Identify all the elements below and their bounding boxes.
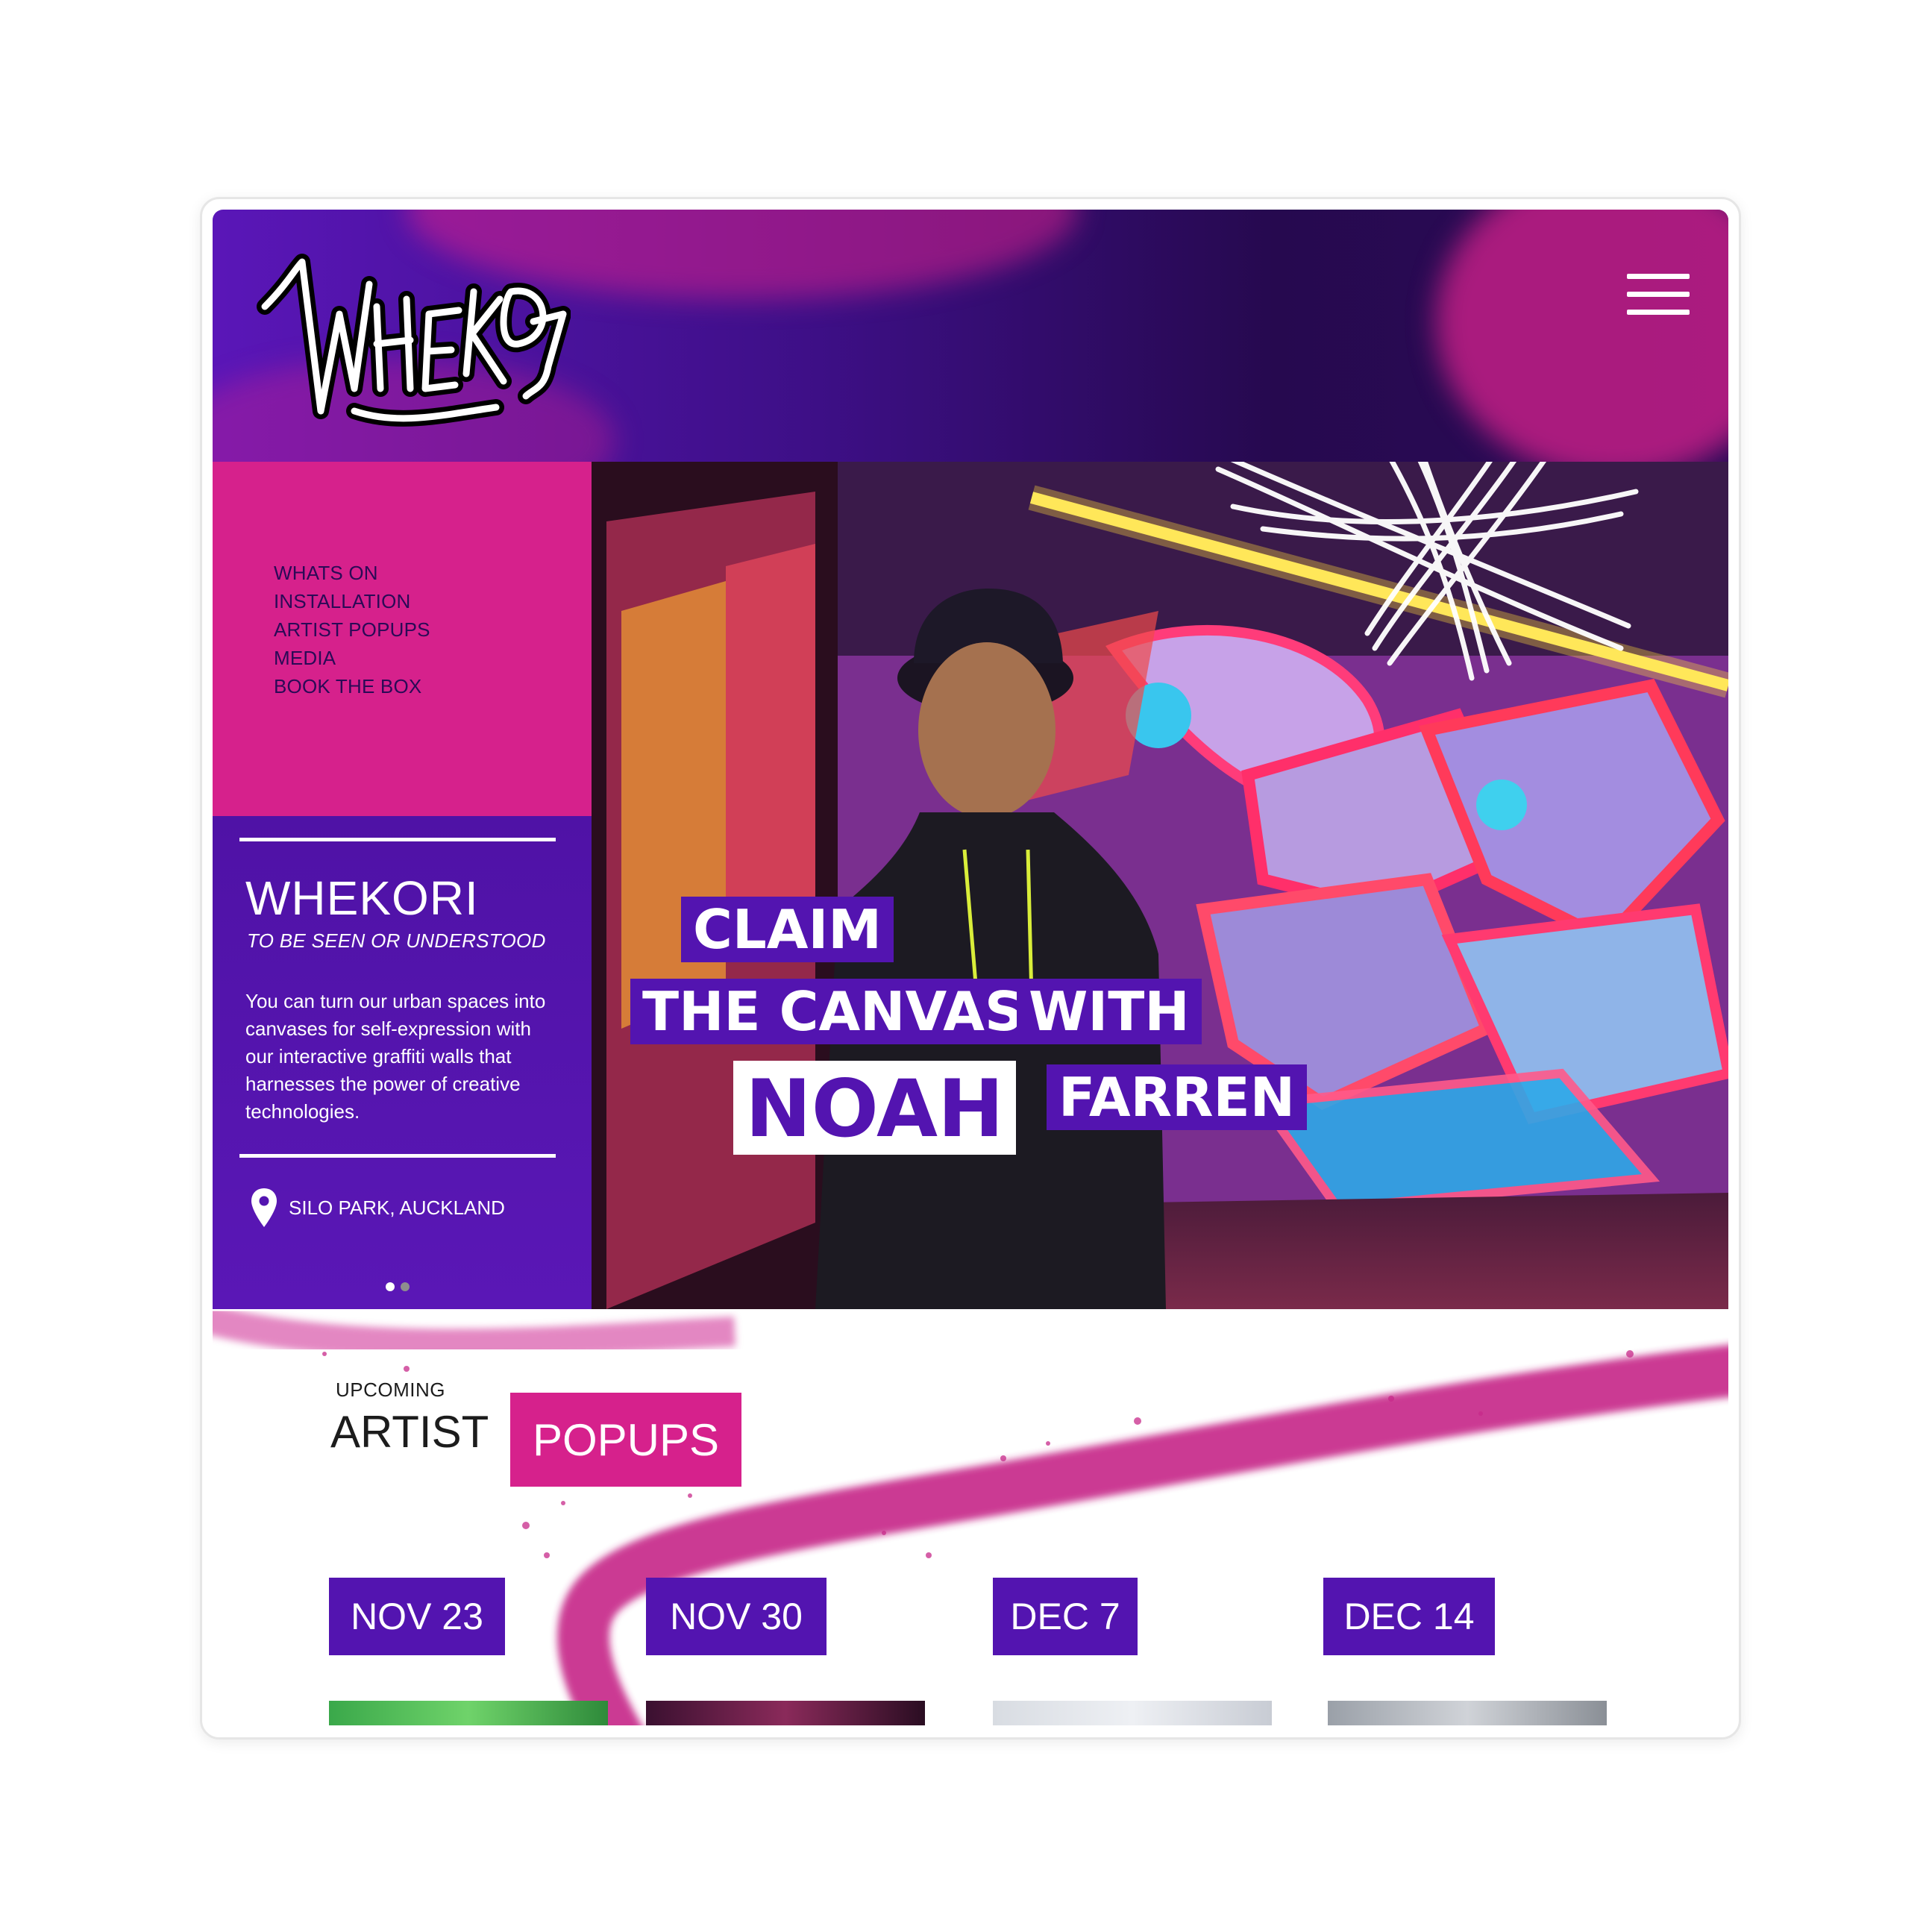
hero-headline-line2a: THE CANVAS bbox=[630, 979, 1035, 1044]
nav-panel: WHATS ON INSTALLATION ARTIST POPUPS MEDI… bbox=[213, 462, 592, 816]
menu-line bbox=[1627, 292, 1690, 297]
nav-item-artist-popups[interactable]: ARTIST POPUPS bbox=[274, 615, 430, 644]
popup-thumbnail[interactable] bbox=[993, 1701, 1272, 1725]
date-badge-dec-14[interactable]: DEC 14 bbox=[1323, 1578, 1495, 1655]
brand-title: WHEKORI bbox=[245, 871, 479, 925]
site-header bbox=[213, 210, 1728, 462]
map-pin-icon bbox=[251, 1188, 277, 1227]
artist-popups-section: UPCOMING ARTIST POPUPS NOV 23 NOV 30 DEC… bbox=[213, 1309, 1728, 1725]
divider bbox=[239, 838, 556, 841]
hero-headline-line2b: WITH bbox=[1017, 979, 1202, 1044]
date-badge-dec-7[interactable]: DEC 7 bbox=[993, 1578, 1138, 1655]
whekori-logo[interactable] bbox=[250, 239, 571, 441]
nav-item-installation[interactable]: INSTALLATION bbox=[274, 587, 430, 615]
location-link[interactable]: SILO PARK, AUCKLAND bbox=[250, 1187, 505, 1229]
hamburger-menu-icon[interactable] bbox=[1627, 274, 1690, 316]
menu-line bbox=[1627, 274, 1690, 279]
date-badge-nov-30[interactable]: NOV 30 bbox=[646, 1578, 827, 1655]
nav-item-book-the-box[interactable]: BOOK THE BOX bbox=[274, 672, 430, 700]
location-label: SILO PARK, AUCKLAND bbox=[289, 1196, 505, 1219]
section-title-artist: ARTIST bbox=[330, 1407, 489, 1457]
spray-paint-stroke bbox=[213, 1309, 1728, 1725]
brand-subtitle: TO BE SEEN OR UNDERSTOOD bbox=[247, 929, 546, 952]
brand-description: You can turn our urban spaces into canva… bbox=[245, 990, 546, 1123]
divider bbox=[239, 1154, 556, 1158]
hero-graffiti-photo bbox=[592, 462, 1728, 1309]
nav-item-media[interactable]: MEDIA bbox=[274, 644, 430, 672]
popup-thumbnail[interactable] bbox=[1328, 1701, 1607, 1725]
carousel-dots bbox=[386, 1282, 410, 1291]
graffiti-tag-logo bbox=[257, 254, 571, 427]
hero-artist-last-name: FARREN bbox=[1047, 1064, 1307, 1130]
hero-banner: CLAIM THE CANVAS WITH NOAH FARREN bbox=[592, 462, 1728, 1309]
section-eyebrow: UPCOMING bbox=[336, 1379, 445, 1401]
nav-item-whats-on[interactable]: WHATS ON bbox=[274, 559, 430, 587]
section-title-popups: POPUPS bbox=[510, 1393, 741, 1487]
carousel-dot[interactable] bbox=[401, 1282, 410, 1291]
menu-line bbox=[1627, 310, 1690, 315]
popup-thumbnail[interactable] bbox=[646, 1701, 925, 1725]
carousel-dot-active[interactable] bbox=[386, 1282, 395, 1291]
hero-headline-line1: CLAIM bbox=[681, 897, 894, 962]
info-panel: WHEKORI TO BE SEEN OR UNDERSTOOD You can… bbox=[213, 816, 592, 1309]
main-nav: WHATS ON INSTALLATION ARTIST POPUPS MEDI… bbox=[274, 559, 430, 700]
spray-paint-decoration bbox=[1436, 210, 1728, 462]
popup-thumbnail[interactable] bbox=[329, 1701, 608, 1725]
hero-artist-first-name: NOAH bbox=[733, 1061, 1016, 1155]
website: WHATS ON INSTALLATION ARTIST POPUPS MEDI… bbox=[213, 210, 1728, 1725]
date-badge-nov-23[interactable]: NOV 23 bbox=[329, 1578, 505, 1655]
